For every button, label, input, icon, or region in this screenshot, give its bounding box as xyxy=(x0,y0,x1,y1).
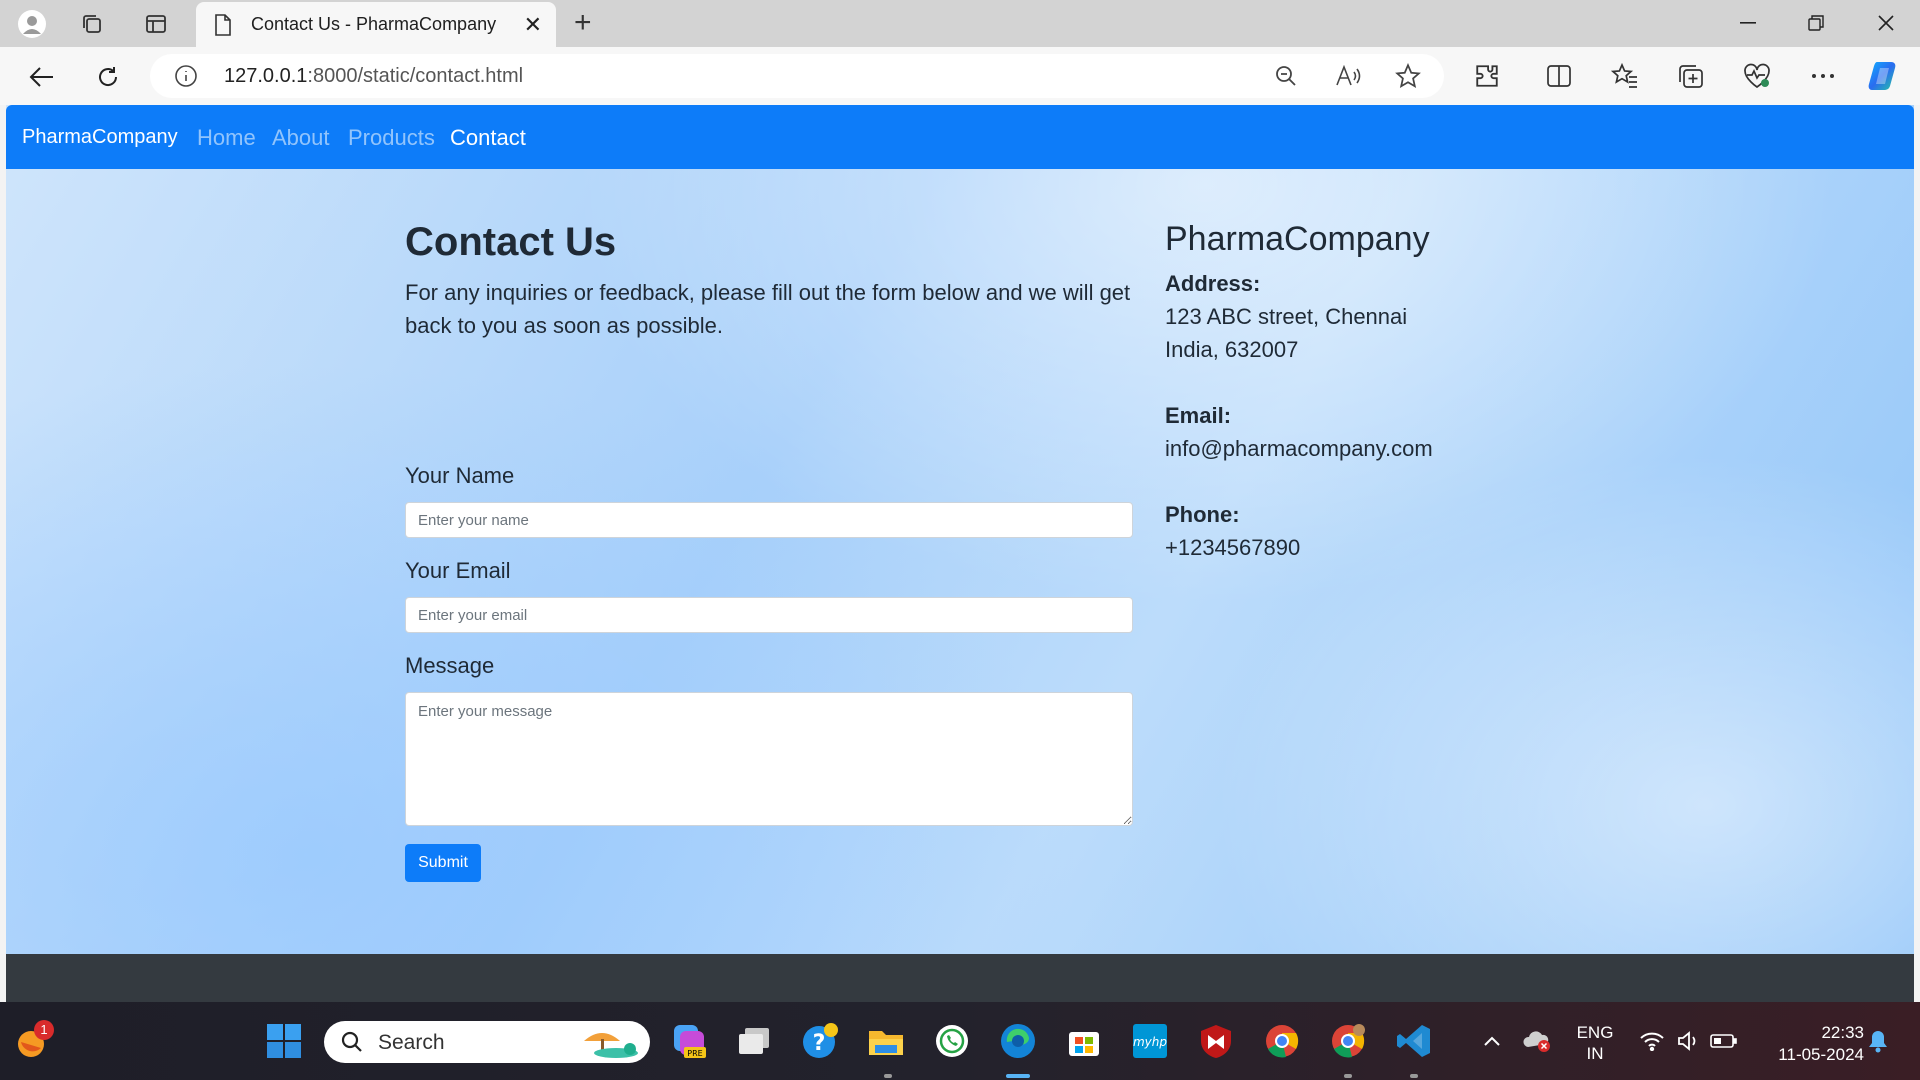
page-viewport: PharmaCompany Home About Products Contac… xyxy=(6,105,1914,1002)
task-view-icon[interactable] xyxy=(734,1021,774,1061)
whatsapp-icon[interactable] xyxy=(932,1021,972,1061)
company-name: PharmaCompany xyxy=(1165,220,1430,258)
volume-icon[interactable] xyxy=(1668,1021,1708,1061)
company-email: info@pharmacompany.com xyxy=(1165,436,1433,461)
show-hidden-icons-chevron-icon[interactable] xyxy=(1472,1021,1512,1061)
browser-tab-bar: Contact Us - PharmaCompany ✕ + xyxy=(0,0,1920,47)
page-title: Contact Us xyxy=(405,220,617,264)
chrome-icon[interactable] xyxy=(1262,1021,1302,1061)
email-info-label: Email: xyxy=(1165,403,1232,428)
address-label: Address: xyxy=(1165,271,1261,296)
tab-title: Contact Us - PharmaCompany xyxy=(251,14,497,34)
profile-icon[interactable] xyxy=(16,8,48,40)
clock[interactable]: 22:33 11-05-2024 xyxy=(1754,1022,1864,1066)
nav-link-about[interactable]: About xyxy=(272,125,330,151)
nav-link-products[interactable]: Products xyxy=(348,125,435,151)
intro-text: For any inquiries or feedback, please fi… xyxy=(405,280,1131,338)
address-bar[interactable]: 127.0.0.1:8000/static/contact.html xyxy=(150,54,1444,98)
search-icon xyxy=(340,1030,364,1059)
windows-start-icon[interactable] xyxy=(264,1021,304,1061)
message-label: Message xyxy=(405,653,495,678)
active-app-indicator xyxy=(1006,1074,1030,1078)
notifications-bell-icon[interactable] xyxy=(1858,1021,1898,1061)
favorites-icon[interactable] xyxy=(1608,59,1642,93)
page-icon xyxy=(214,14,232,41)
email-label: Your Email xyxy=(405,558,511,583)
message-textarea[interactable] xyxy=(405,692,1133,826)
windows-taskbar: 1 Search PRE ? myhp ENG IN 22:33 11-05-2… xyxy=(0,1002,1920,1080)
close-window-icon[interactable] xyxy=(1866,8,1906,38)
vscode-icon[interactable] xyxy=(1394,1021,1434,1061)
extensions-icon[interactable] xyxy=(1470,59,1504,93)
name-input[interactable] xyxy=(405,502,1133,538)
more-options-icon[interactable] xyxy=(1806,59,1840,93)
svg-text:?: ? xyxy=(813,1031,826,1056)
browser-tab-active[interactable]: Contact Us - PharmaCompany ✕ xyxy=(196,2,556,47)
chrome-profile-icon[interactable] xyxy=(1328,1021,1368,1061)
copilot-pre-icon[interactable]: PRE xyxy=(668,1021,708,1061)
site-footer xyxy=(6,954,1914,1002)
workspaces-icon[interactable] xyxy=(76,8,108,40)
app-open-indicator xyxy=(1344,1074,1352,1078)
phone-label: Phone: xyxy=(1165,502,1240,527)
navbar-brand[interactable]: PharmaCompany xyxy=(22,126,178,149)
company-phone: +1234567890 xyxy=(1165,535,1301,560)
get-help-icon[interactable]: ? xyxy=(800,1021,840,1061)
minimize-icon[interactable] xyxy=(1728,8,1768,38)
restore-icon[interactable] xyxy=(1796,8,1836,38)
svg-text:myhp: myhp xyxy=(1133,1035,1167,1049)
file-explorer-icon[interactable] xyxy=(866,1021,906,1061)
notification-badge: 1 xyxy=(34,1020,54,1040)
close-tab-icon[interactable]: ✕ xyxy=(524,12,542,38)
app-open-indicator xyxy=(884,1074,892,1078)
svg-text:PRE: PRE xyxy=(687,1049,702,1058)
site-navbar: PharmaCompany Home About Products Contac… xyxy=(6,105,1914,169)
tab-actions-icon[interactable] xyxy=(140,8,172,40)
wifi-icon[interactable] xyxy=(1632,1021,1672,1061)
email-input[interactable] xyxy=(405,597,1133,633)
clock-time: 22:33 xyxy=(1821,1023,1864,1042)
taskbar-search[interactable]: Search xyxy=(324,1021,650,1063)
favorite-star-icon[interactable] xyxy=(1394,62,1422,90)
collections-icon[interactable] xyxy=(1674,59,1708,93)
url-text[interactable]: 127.0.0.1:8000/static/contact.html xyxy=(224,65,523,88)
address-line-2: India, 632007 xyxy=(1165,337,1299,362)
copilot-icon[interactable] xyxy=(1868,59,1902,93)
submit-button[interactable]: Submit xyxy=(405,844,481,882)
edge-browser-icon[interactable] xyxy=(998,1021,1038,1061)
address-line-1: 123 ABC street, Chennai xyxy=(1165,304,1408,329)
back-arrow-icon[interactable] xyxy=(24,59,60,95)
app-open-indicator xyxy=(1410,1074,1418,1078)
read-aloud-icon[interactable] xyxy=(1334,62,1362,90)
language-code: ENG xyxy=(1576,1023,1614,1042)
site-info-icon[interactable] xyxy=(174,64,198,93)
nav-link-contact[interactable]: Contact xyxy=(450,125,526,151)
search-label: Search xyxy=(378,1031,445,1054)
refresh-icon[interactable] xyxy=(90,59,126,95)
split-screen-icon[interactable] xyxy=(1542,59,1576,93)
myhp-icon[interactable]: myhp xyxy=(1130,1021,1170,1061)
zoom-out-icon[interactable] xyxy=(1272,62,1300,90)
onedrive-error-icon[interactable] xyxy=(1518,1021,1558,1061)
language-indicator[interactable]: ENG IN xyxy=(1570,1022,1620,1064)
address-toolbar: 127.0.0.1:8000/static/contact.html xyxy=(0,47,1920,105)
region-code: IN xyxy=(1586,1044,1604,1063)
battery-icon[interactable] xyxy=(1704,1021,1744,1061)
search-highlight-icon xyxy=(576,1025,642,1064)
nav-link-home[interactable]: Home xyxy=(197,125,256,151)
mcafee-icon[interactable] xyxy=(1196,1021,1236,1061)
browser-essentials-icon[interactable] xyxy=(1740,59,1774,93)
microsoft-store-icon[interactable] xyxy=(1064,1021,1104,1061)
name-label: Your Name xyxy=(405,463,515,488)
clock-date: 11-05-2024 xyxy=(1778,1045,1864,1064)
new-tab-icon[interactable]: + xyxy=(574,8,592,38)
